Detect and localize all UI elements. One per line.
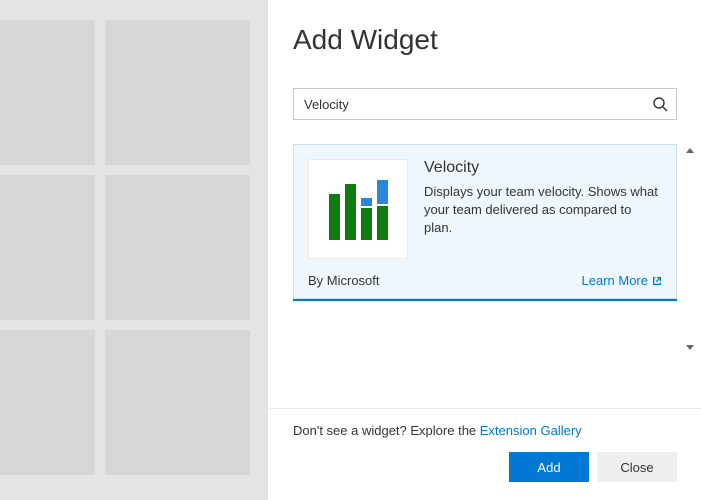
selected-underline (293, 299, 677, 301)
learn-more-link[interactable]: Learn More (582, 273, 662, 288)
dashboard-tile (0, 175, 95, 320)
widget-card-velocity[interactable]: Velocity Displays your team velocity. Sh… (293, 144, 677, 299)
dashboard-grid-background (0, 0, 268, 500)
search-icon[interactable] (652, 96, 668, 112)
search-wrap (269, 56, 701, 120)
dashboard-tile (105, 330, 250, 475)
search-input[interactable] (304, 97, 652, 112)
widget-publisher: By Microsoft (308, 273, 380, 288)
extension-gallery-link[interactable]: Extension Gallery (480, 423, 582, 438)
close-button[interactable]: Close (597, 452, 677, 482)
add-button[interactable]: Add (509, 452, 589, 482)
learn-more-label: Learn More (582, 273, 648, 288)
footer-hint: Don't see a widget? Explore the Extensio… (293, 423, 677, 438)
panel-footer: Don't see a widget? Explore the Extensio… (269, 408, 701, 500)
search-box[interactable] (293, 88, 677, 120)
dashboard-tile (105, 20, 250, 165)
footer-hint-text: Don't see a widget? Explore the (293, 423, 480, 438)
add-widget-panel: Add Widget Velocity (268, 0, 701, 500)
panel-title: Add Widget (269, 0, 701, 56)
scroll-down-icon[interactable] (686, 345, 694, 350)
widget-description: Displays your team velocity. Shows what … (424, 183, 662, 238)
dashboard-tile (105, 175, 250, 320)
scroll-up-icon[interactable] (686, 148, 694, 153)
external-link-icon (652, 276, 662, 286)
widget-thumbnail (308, 159, 408, 259)
dashboard-tile (0, 20, 95, 165)
results-scrollbar[interactable] (681, 144, 699, 354)
widget-name: Velocity (424, 159, 662, 177)
results-area: Velocity Displays your team velocity. Sh… (269, 144, 701, 408)
dashboard-tile (0, 330, 95, 475)
